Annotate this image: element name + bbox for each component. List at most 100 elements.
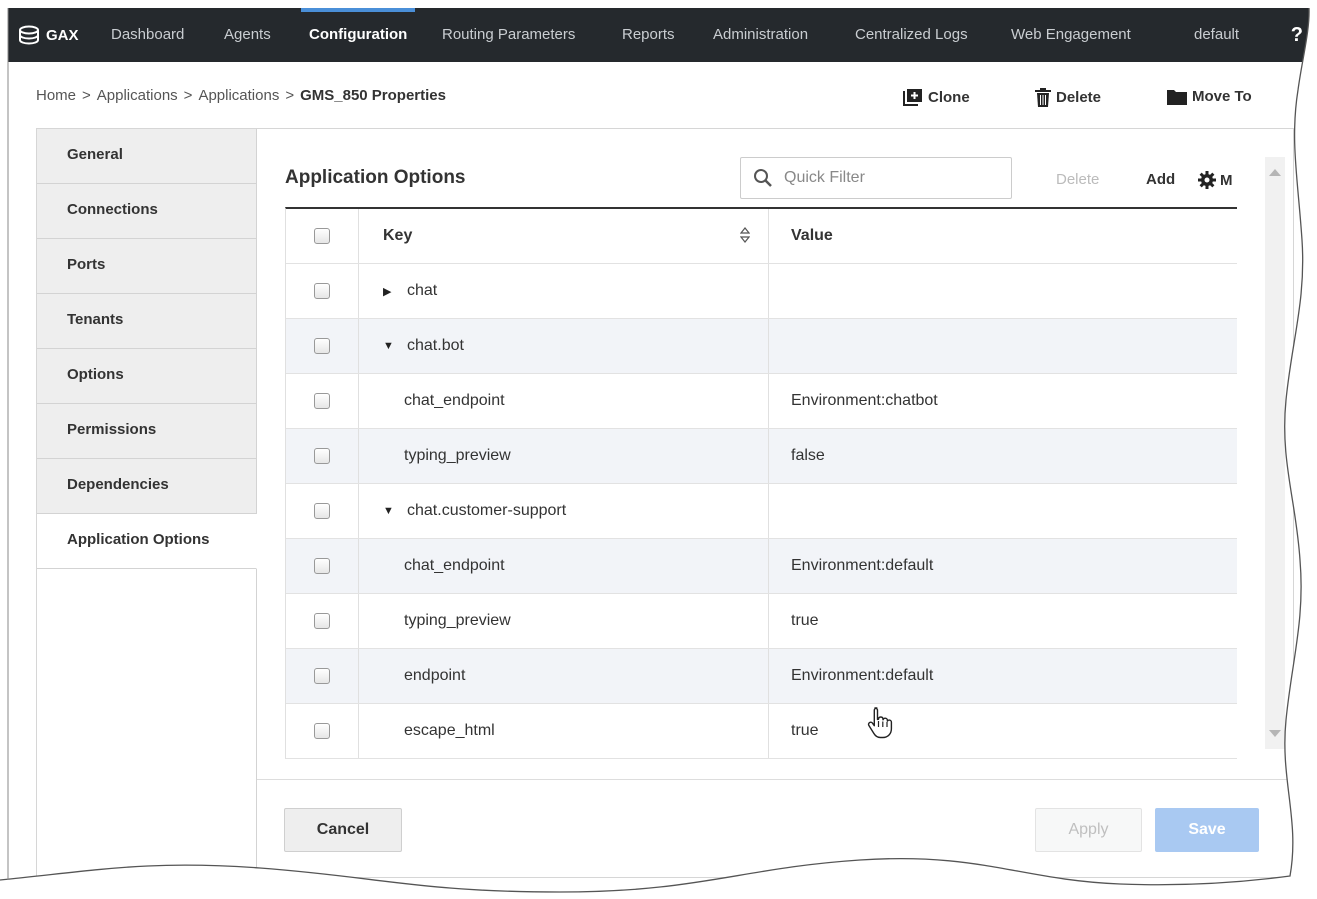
nav-administration[interactable]: Administration bbox=[713, 8, 808, 62]
table-row[interactable]: ▶ chat bbox=[286, 264, 1237, 319]
option-key: chat_endpoint bbox=[404, 392, 505, 409]
top-navigation: GAX Dashboard Agents Configuration Routi… bbox=[8, 8, 1317, 62]
key-cell[interactable]: typing_preview bbox=[359, 594, 769, 648]
option-value: Environment:default bbox=[791, 667, 934, 684]
nav-centralized-logs[interactable]: Centralized Logs bbox=[855, 8, 968, 62]
nav-agents[interactable]: Agents bbox=[224, 8, 271, 62]
value-column-header[interactable]: Value bbox=[769, 209, 1237, 263]
gax-logo[interactable]: GAX bbox=[18, 8, 79, 62]
key-cell[interactable]: escape_html bbox=[359, 704, 769, 758]
move-to-button[interactable]: Move To bbox=[1167, 88, 1252, 105]
scrollbar[interactable] bbox=[1265, 157, 1285, 749]
option-value: false bbox=[791, 447, 825, 464]
scroll-up-arrow[interactable] bbox=[1269, 169, 1281, 176]
tab-dependencies[interactable]: Dependencies bbox=[37, 459, 257, 514]
table-row[interactable]: escape_html true bbox=[286, 704, 1237, 759]
value-cell[interactable]: Environment:default bbox=[769, 539, 1237, 593]
table-row[interactable]: chat_endpoint Environment:chatbot bbox=[286, 374, 1237, 429]
tenant-selector[interactable]: default bbox=[1194, 8, 1239, 62]
hand-cursor-icon bbox=[867, 707, 893, 739]
table-row[interactable]: endpoint Environment:default bbox=[286, 649, 1237, 704]
key-cell[interactable]: ▼ chat.customer-support bbox=[359, 484, 769, 538]
breadcrumb-applications-2[interactable]: Applications bbox=[198, 87, 279, 104]
key-cell[interactable]: chat_endpoint bbox=[359, 539, 769, 593]
clone-icon bbox=[903, 89, 922, 106]
clone-button[interactable]: Clone bbox=[903, 88, 970, 106]
table-row[interactable]: ▼ chat.customer-support bbox=[286, 484, 1237, 539]
apply-button[interactable]: Apply bbox=[1035, 808, 1142, 852]
row-checkbox-cell bbox=[286, 429, 359, 483]
table-row[interactable]: typing_preview true bbox=[286, 594, 1237, 649]
key-cell[interactable]: endpoint bbox=[359, 649, 769, 703]
options-delete-button[interactable]: Delete bbox=[1056, 171, 1099, 188]
clone-label: Clone bbox=[928, 88, 970, 106]
search-icon bbox=[754, 169, 772, 187]
caret-down-icon[interactable]: ▼ bbox=[383, 505, 407, 517]
row-checkbox-cell bbox=[286, 539, 359, 593]
row-checkbox[interactable] bbox=[314, 283, 330, 299]
breadcrumb: Home > Applications > Applications > GMS_850 P… bbox=[36, 87, 446, 104]
help-icon[interactable]: ? bbox=[1291, 8, 1303, 62]
row-checkbox[interactable] bbox=[314, 668, 330, 684]
nav-routing-parameters[interactable]: Routing Parameters bbox=[442, 8, 575, 62]
row-checkbox[interactable] bbox=[314, 723, 330, 739]
value-cell[interactable] bbox=[769, 319, 1237, 373]
value-cell[interactable] bbox=[769, 264, 1237, 318]
breadcrumb-applications[interactable]: Applications bbox=[97, 87, 178, 104]
tab-connections[interactable]: Connections bbox=[37, 184, 257, 239]
value-cell[interactable]: Environment:default bbox=[769, 649, 1237, 703]
row-checkbox[interactable] bbox=[314, 393, 330, 409]
scroll-down-arrow[interactable] bbox=[1269, 730, 1281, 737]
tab-options[interactable]: Options bbox=[37, 349, 257, 404]
tab-general[interactable]: General bbox=[37, 129, 257, 184]
nav-dashboard[interactable]: Dashboard bbox=[111, 8, 184, 62]
more-label: M bbox=[1220, 171, 1233, 189]
sort-icon[interactable] bbox=[740, 227, 750, 243]
value-cell[interactable]: false bbox=[769, 429, 1237, 483]
nav-configuration[interactable]: Configuration bbox=[300, 8, 416, 62]
row-checkbox-cell bbox=[286, 704, 359, 758]
option-key: chat bbox=[407, 282, 438, 299]
select-all-checkbox[interactable] bbox=[314, 228, 330, 244]
tab-tenants[interactable]: Tenants bbox=[37, 294, 257, 349]
row-checkbox[interactable] bbox=[314, 448, 330, 464]
key-cell[interactable]: typing_preview bbox=[359, 429, 769, 483]
delete-button[interactable]: Delete bbox=[1035, 88, 1101, 107]
quick-filter[interactable] bbox=[740, 157, 1012, 199]
value-cell[interactable]: true bbox=[769, 594, 1237, 648]
table-row[interactable]: chat_endpoint Environment:default bbox=[286, 539, 1237, 594]
options-add-button[interactable]: Add bbox=[1146, 171, 1175, 188]
nav-reports[interactable]: Reports bbox=[622, 8, 675, 62]
row-checkbox[interactable] bbox=[314, 558, 330, 574]
key-column-header[interactable]: Key bbox=[359, 209, 769, 263]
value-cell[interactable] bbox=[769, 484, 1237, 538]
key-cell[interactable]: ▶ chat bbox=[359, 264, 769, 318]
key-cell[interactable]: ▼ chat.bot bbox=[359, 319, 769, 373]
tab-ports[interactable]: Ports bbox=[37, 239, 257, 294]
row-checkbox[interactable] bbox=[314, 613, 330, 629]
option-key: endpoint bbox=[404, 667, 466, 684]
cancel-button[interactable]: Cancel bbox=[284, 808, 402, 852]
option-key: chat.bot bbox=[407, 337, 464, 354]
breadcrumb-home[interactable]: Home bbox=[36, 87, 76, 104]
save-button[interactable]: Save bbox=[1155, 808, 1259, 852]
table-row[interactable]: ▼ chat.bot bbox=[286, 319, 1237, 374]
row-checkbox[interactable] bbox=[314, 338, 330, 354]
more-button[interactable]: M bbox=[1198, 171, 1233, 189]
nav-web-engagement[interactable]: Web Engagement bbox=[1011, 8, 1131, 62]
caret-right-icon[interactable]: ▶ bbox=[383, 285, 407, 298]
options-table: Key Value ▶ chat ▼ chat.bot chat_endpoint Env… bbox=[285, 207, 1237, 759]
quick-filter-input[interactable] bbox=[782, 168, 992, 188]
tab-application-options[interactable]: Application Options bbox=[37, 514, 257, 569]
value-cell[interactable]: true bbox=[769, 704, 1237, 758]
tabs-divider bbox=[256, 569, 257, 879]
tab-permissions[interactable]: Permissions bbox=[37, 404, 257, 459]
key-cell[interactable]: chat_endpoint bbox=[359, 374, 769, 428]
breadcrumb-separator: > bbox=[285, 87, 295, 104]
option-key: typing_preview bbox=[404, 447, 511, 464]
panel-title: Application Options bbox=[285, 167, 466, 188]
table-row[interactable]: typing_preview false bbox=[286, 429, 1237, 484]
caret-down-icon[interactable]: ▼ bbox=[383, 340, 407, 352]
row-checkbox[interactable] bbox=[314, 503, 330, 519]
value-cell[interactable]: Environment:chatbot bbox=[769, 374, 1237, 428]
